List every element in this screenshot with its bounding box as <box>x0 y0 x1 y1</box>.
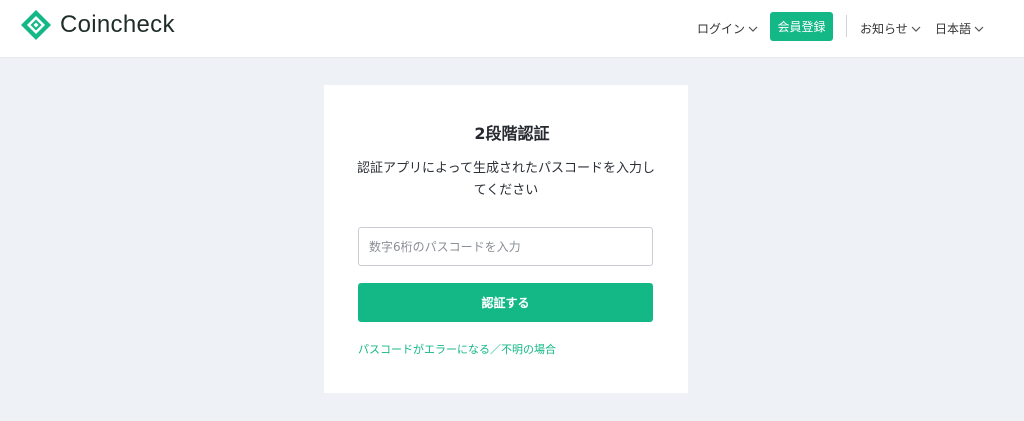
chevron-down-icon <box>748 26 758 32</box>
passcode-input[interactable] <box>358 227 653 266</box>
news-link[interactable]: お知らせ <box>860 20 921 37</box>
signup-button[interactable]: 会員登録 <box>770 12 833 41</box>
language-selector[interactable]: 日本語 <box>935 20 984 37</box>
logo-text: Coincheck <box>60 11 175 38</box>
coincheck-logo-icon <box>21 10 51 40</box>
header: Coincheck ログイン 会員登録 お知らせ 日本語 <box>0 0 1024 57</box>
verify-button[interactable]: 認証する <box>358 283 653 322</box>
language-label: 日本語 <box>935 22 972 36</box>
chevron-down-icon <box>974 26 984 32</box>
language-nav[interactable]: 日本語 <box>935 0 984 57</box>
news-label: お知らせ <box>860 22 908 36</box>
page-title: 2段階認証 <box>474 124 550 143</box>
chevron-down-icon <box>911 26 921 32</box>
login-label: ログイン <box>697 22 746 36</box>
auth-description: 認証アプリによって生成されたパスコードを入力してください <box>357 161 655 198</box>
logo[interactable]: Coincheck <box>20 9 175 41</box>
login-link[interactable]: ログイン <box>697 20 758 37</box>
login-nav[interactable]: ログイン <box>697 0 758 57</box>
news-nav[interactable]: お知らせ <box>860 0 921 57</box>
header-divider <box>846 15 847 37</box>
passcode-help-link[interactable]: パスコードがエラーになる／不明の場合 <box>358 341 556 357</box>
